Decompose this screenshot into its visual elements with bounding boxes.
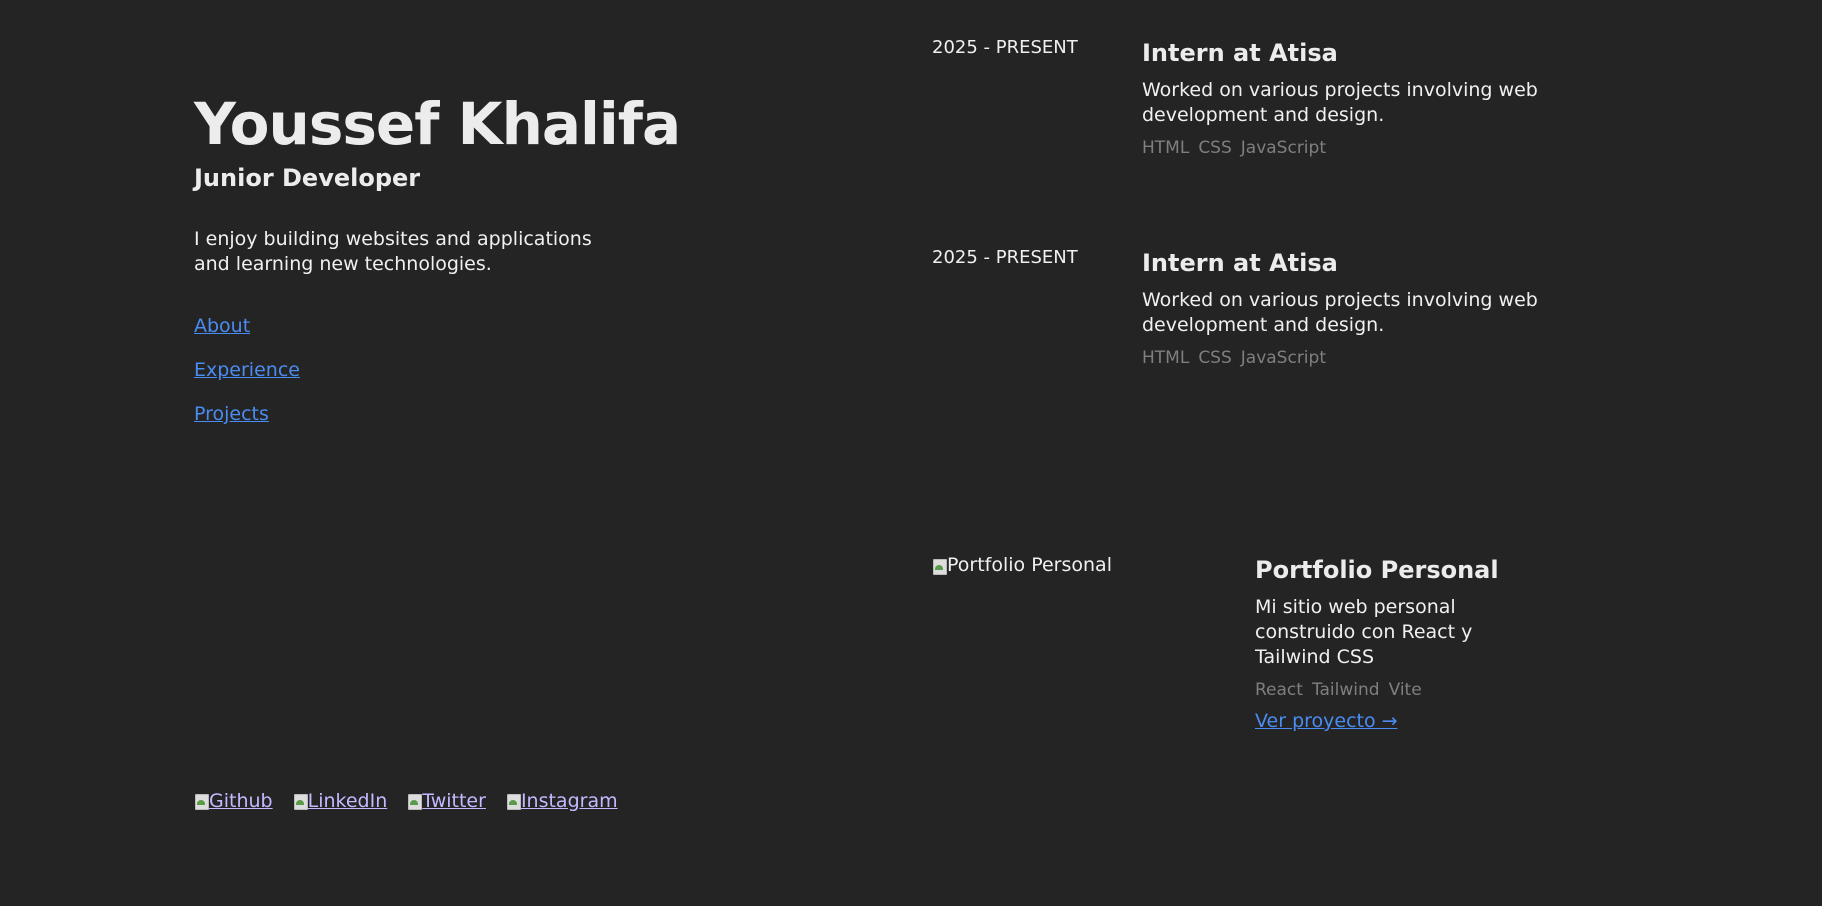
linkedin-icon: [293, 793, 308, 810]
tag: CSS: [1198, 348, 1232, 368]
tag: Tailwind: [1311, 680, 1380, 700]
tag: React: [1255, 680, 1303, 700]
nav-link-projects[interactable]: Projects: [194, 402, 300, 426]
project-image-alt: Portfolio Personal: [947, 554, 1112, 576]
experience-body: Intern at Atisa Worked on various projec…: [1142, 38, 1542, 159]
social-link-label: LinkedIn: [307, 790, 388, 812]
section-nav: About Experience Projects: [194, 314, 300, 446]
experience-date: 2025 - PRESENT: [932, 247, 1078, 268]
social-link-instagram[interactable]: Instagram: [506, 789, 618, 813]
project-title: Portfolio Personal: [1255, 556, 1499, 584]
project-description: Mi sitio web personal construido con Rea…: [1255, 596, 1473, 668]
tag-list: React Tailwind Vite: [1255, 679, 1505, 701]
tag: JavaScript: [1240, 348, 1326, 368]
social-link-label: Github: [209, 790, 273, 812]
social-links: Github LinkedIn Twitter Instagram: [194, 789, 618, 813]
view-project-link[interactable]: Ver proyecto →: [1255, 709, 1398, 733]
social-link-linkedin[interactable]: LinkedIn: [293, 789, 388, 813]
tag: JavaScript: [1240, 138, 1326, 158]
experience-title: Intern at Atisa: [1142, 39, 1338, 67]
project-image: Portfolio Personal: [932, 553, 1112, 578]
profile-role: Junior Developer: [194, 164, 421, 192]
tag: HTML: [1142, 138, 1190, 158]
tag: Vite: [1388, 680, 1422, 700]
experience-date: 2025 - PRESENT: [932, 37, 1078, 58]
tag: CSS: [1198, 138, 1232, 158]
tag-list: HTML CSS JavaScript: [1142, 347, 1542, 369]
social-link-label: Twitter: [422, 790, 486, 812]
profile-name: Youssef Khalifa: [194, 90, 681, 158]
nav-link-experience[interactable]: Experience: [194, 358, 300, 382]
github-icon: [194, 793, 209, 810]
experience-title: Intern at Atisa: [1142, 249, 1338, 277]
experience-description: Worked on various projects involving web…: [1142, 289, 1538, 336]
social-link-label: Instagram: [520, 790, 618, 812]
broken-image-icon: [932, 558, 947, 575]
nav-link-about[interactable]: About: [194, 314, 300, 338]
experience-description: Worked on various projects involving web…: [1142, 79, 1538, 126]
twitter-icon: [407, 793, 423, 810]
social-link-github[interactable]: Github: [194, 789, 273, 813]
social-link-twitter[interactable]: Twitter: [407, 789, 486, 813]
instagram-icon: [506, 793, 521, 810]
profile-intro: I enjoy building websites and applicatio…: [194, 228, 592, 275]
tag-list: HTML CSS JavaScript: [1142, 137, 1542, 159]
profile-column: Youssef Khalifa Junior Developer I enjoy…: [194, 0, 754, 906]
project-body: Portfolio Personal Mi sitio web personal…: [1255, 555, 1505, 733]
experience-body: Intern at Atisa Worked on various projec…: [1142, 248, 1542, 369]
tag: HTML: [1142, 348, 1190, 368]
